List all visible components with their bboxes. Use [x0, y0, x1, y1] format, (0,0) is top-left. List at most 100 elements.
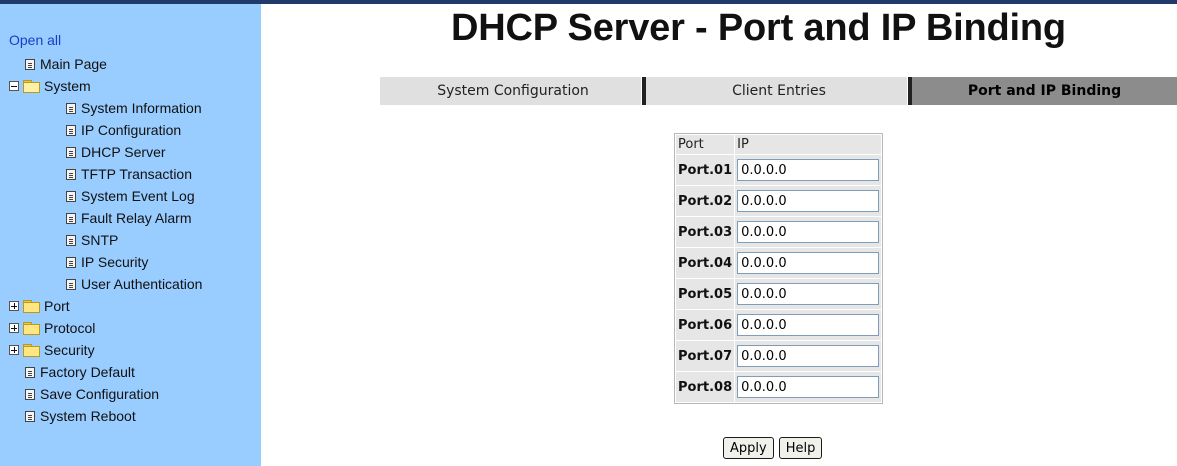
ip-input-port01[interactable]: [737, 159, 880, 181]
ip-cell: [735, 279, 882, 309]
ip-cell: [735, 248, 882, 278]
page-title: DHCP Server - Port and IP Binding: [451, 7, 1066, 49]
sidebar-item-label: Fault Relay Alarm: [81, 210, 192, 226]
expand-icon[interactable]: [9, 345, 19, 355]
page-icon: [66, 102, 76, 114]
ip-input-port02[interactable]: [737, 190, 880, 212]
port-label: Port.02: [676, 186, 735, 216]
nav-tree: Main Page System System Information IP Conf…: [0, 53, 261, 427]
expand-icon[interactable]: [9, 301, 19, 311]
table-row: Port.06: [676, 310, 882, 340]
sidebar-item-label: User Authentication: [81, 276, 203, 292]
collapse-icon[interactable]: [9, 81, 19, 91]
tab-label: System Configuration: [437, 83, 589, 99]
sidebar-item-system-information[interactable]: System Information: [0, 97, 261, 119]
sidebar-item-label: TFTP Transaction: [81, 166, 193, 182]
sidebar-item-system[interactable]: System: [0, 75, 261, 97]
ip-cell: [735, 341, 882, 371]
sidebar-item-label: System Reboot: [40, 408, 136, 424]
help-button[interactable]: Help: [778, 437, 823, 459]
page-icon: [25, 58, 35, 70]
ip-input-port05[interactable]: [737, 283, 880, 305]
folder-icon: [23, 344, 40, 357]
folder-icon: [23, 322, 40, 335]
sidebar-item-tftp-transaction[interactable]: TFTP Transaction: [0, 163, 261, 185]
page-icon: [66, 190, 76, 202]
button-group: Apply Help: [723, 437, 823, 459]
open-all-link[interactable]: Open all: [9, 32, 61, 48]
port-ip-binding-table: Port IP Port.01 Port.02 Port.03 Port.04 …: [674, 133, 884, 404]
sidebar-item-label: Security: [44, 342, 95, 358]
page-icon: [66, 234, 76, 246]
sidebar-item-factory-default[interactable]: Factory Default: [0, 361, 261, 383]
sidebar-item-save-configuration[interactable]: Save Configuration: [0, 383, 261, 405]
folder-icon: [23, 300, 40, 313]
port-label: Port.01: [676, 155, 735, 185]
sidebar-item-protocol[interactable]: Protocol: [0, 317, 261, 339]
tab-system-configuration[interactable]: System Configuration: [380, 77, 646, 105]
page-icon: [66, 124, 76, 136]
ip-input-port04[interactable]: [737, 252, 880, 274]
ip-cell: [735, 310, 882, 340]
sidebar-item-label: IP Configuration: [81, 122, 182, 138]
sidebar-item-ip-configuration[interactable]: IP Configuration: [0, 119, 261, 141]
ip-cell: [735, 186, 882, 216]
header-port: Port: [676, 135, 735, 154]
table-row: Port.02: [676, 186, 882, 216]
port-label: Port.06: [676, 310, 735, 340]
tab-client-entries[interactable]: Client Entries: [646, 77, 912, 105]
page-icon: [66, 212, 76, 224]
port-label: Port.05: [676, 279, 735, 309]
page-icon: [25, 366, 35, 378]
table-row: Port.03: [676, 217, 882, 247]
ip-input-port06[interactable]: [737, 314, 880, 336]
sidebar-item-sntp[interactable]: SNTP: [0, 229, 261, 251]
sidebar-item-label: Factory Default: [40, 364, 135, 380]
sidebar-item-label: SNTP: [81, 232, 119, 248]
sidebar-item-port[interactable]: Port: [0, 295, 261, 317]
sidebar-item-label: System Event Log: [81, 188, 195, 204]
ip-cell: [735, 217, 882, 247]
tab-port-and-ip-binding[interactable]: Port and IP Binding: [912, 77, 1177, 105]
sidebar-item-user-authentication[interactable]: User Authentication: [0, 273, 261, 295]
page-icon: [25, 388, 35, 400]
ip-cell: [735, 155, 882, 185]
sidebar-item-main-page[interactable]: Main Page: [0, 53, 261, 75]
sidebar-item-ip-security[interactable]: IP Security: [0, 251, 261, 273]
sidebar-item-system-event-log[interactable]: System Event Log: [0, 185, 261, 207]
sidebar-item-label: Protocol: [44, 320, 96, 336]
tab-bar: System Configuration Client Entries Port…: [380, 77, 1177, 105]
sidebar-item-security[interactable]: Security: [0, 339, 261, 361]
sidebar-item-label: System: [44, 78, 91, 94]
port-label: Port.04: [676, 248, 735, 278]
sidebar-item-label: Save Configuration: [40, 386, 160, 402]
sidebar-item-dhcp-server[interactable]: DHCP Server: [0, 141, 261, 163]
expand-icon[interactable]: [9, 323, 19, 333]
sidebar-item-system-reboot[interactable]: System Reboot: [0, 405, 261, 427]
sidebar-item-label: Port: [44, 298, 70, 314]
sidebar-item-fault-relay-alarm[interactable]: Fault Relay Alarm: [0, 207, 261, 229]
table-row: Port.07: [676, 341, 882, 371]
page-icon: [66, 146, 76, 158]
ip-input-port08[interactable]: [737, 376, 880, 398]
ip-input-port03[interactable]: [737, 221, 880, 243]
table-row: Port.05: [676, 279, 882, 309]
sidebar: Open all Main Page System System Informati…: [0, 4, 261, 466]
folder-open-icon: [23, 80, 40, 93]
sidebar-item-label: System Information: [81, 100, 202, 116]
ip-input-port07[interactable]: [737, 345, 880, 367]
sidebar-item-label: Main Page: [40, 56, 107, 72]
port-label: Port.07: [676, 341, 735, 371]
apply-button[interactable]: Apply: [723, 437, 774, 459]
page-icon: [66, 256, 76, 268]
port-label: Port.03: [676, 217, 735, 247]
tab-label: Client Entries: [732, 83, 826, 99]
sidebar-item-label: DHCP Server: [81, 144, 166, 160]
page-icon: [66, 168, 76, 180]
page-icon: [25, 410, 35, 422]
table-header-row: Port IP: [676, 135, 882, 154]
tab-label: Port and IP Binding: [967, 83, 1122, 99]
ip-cell: [735, 372, 882, 402]
table-row: Port.04: [676, 248, 882, 278]
header-ip: IP: [735, 135, 882, 154]
